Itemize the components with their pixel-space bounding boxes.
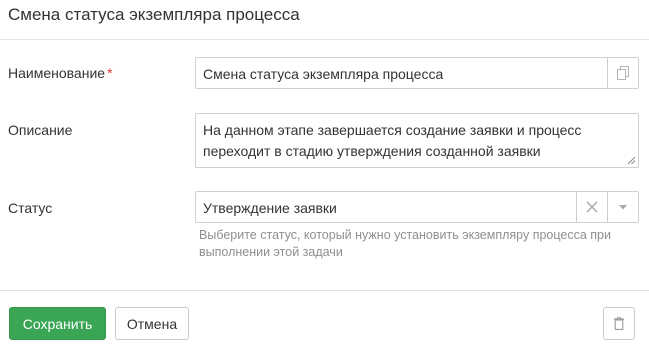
resize-handle-icon[interactable] — [627, 156, 636, 165]
description-label: Описание — [8, 122, 73, 138]
close-icon — [586, 201, 598, 213]
status-select[interactable]: Утверждение заявки — [195, 191, 639, 223]
status-label: Статус — [8, 200, 53, 216]
dialog-header: Смена статуса экземпляра процесса — [0, 0, 649, 40]
dialog-title: Смена статуса экземпляра процесса — [8, 5, 300, 24]
status-clear-button[interactable] — [576, 192, 607, 222]
description-value[interactable]: На данном этапе завершается создание зая… — [203, 120, 628, 162]
caret-down-icon — [619, 204, 627, 209]
description-textarea[interactable]: На данном этапе завершается создание зая… — [195, 113, 639, 168]
delete-button[interactable] — [603, 307, 635, 340]
trash-icon — [614, 317, 624, 330]
name-input[interactable]: Смена статуса экземпляра процесса — [195, 57, 639, 89]
name-label: Наименование * — [8, 64, 113, 82]
required-mark: * — [107, 65, 113, 81]
name-label-text: Наименование — [8, 65, 106, 81]
copy-button[interactable] — [607, 58, 638, 88]
cancel-button[interactable]: Отмена — [115, 307, 189, 340]
name-input-value[interactable]: Смена статуса экземпляра процесса — [203, 65, 443, 83]
status-hint: Выберите статус, который нужно установит… — [199, 228, 611, 259]
save-button[interactable]: Сохранить — [9, 307, 106, 340]
copy-icon — [617, 66, 629, 80]
status-dropdown-button[interactable] — [607, 192, 638, 222]
status-select-value[interactable]: Утверждение заявки — [203, 199, 337, 217]
